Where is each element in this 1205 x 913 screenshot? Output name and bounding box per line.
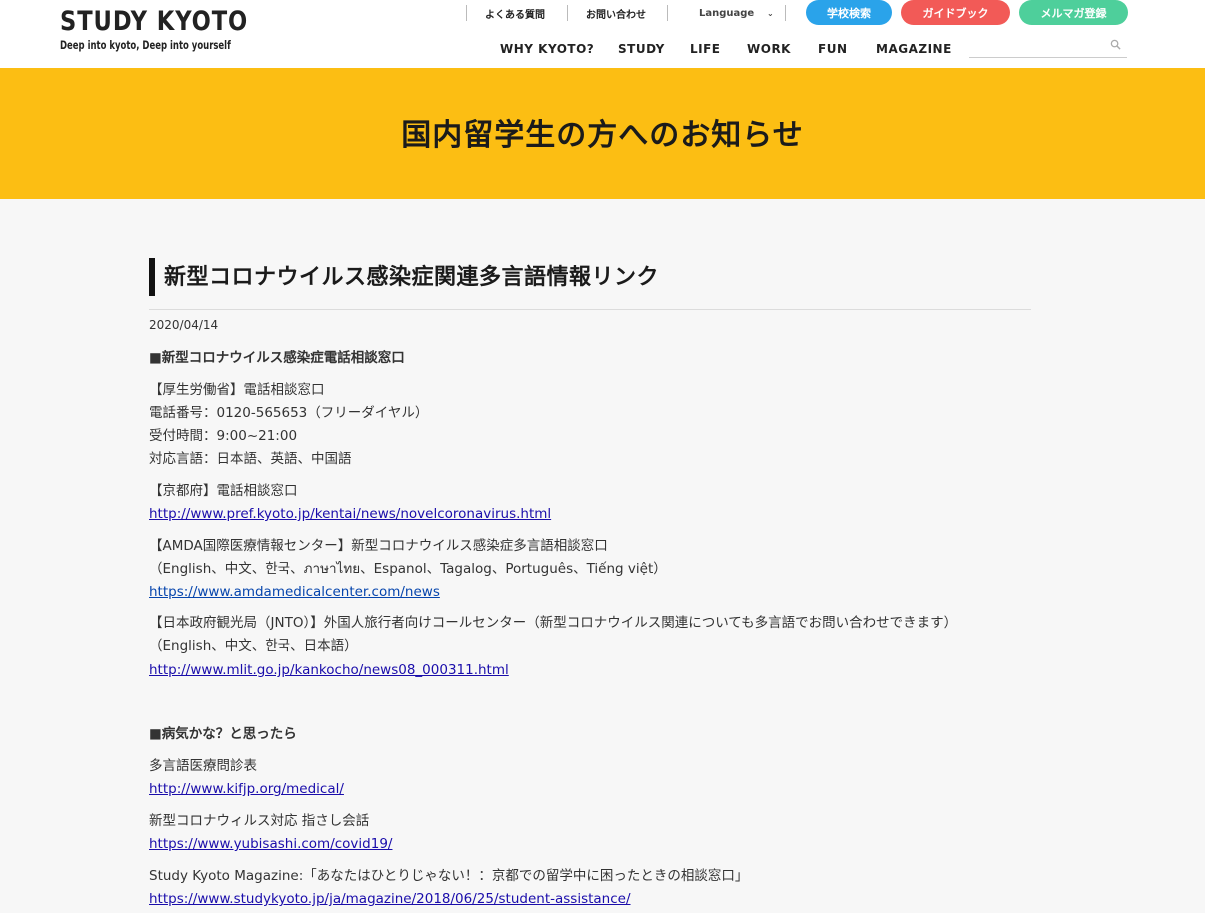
medical-form-name: 多言語医療問診表 bbox=[149, 758, 257, 774]
newsletter-button[interactable]: メルマガ登録 bbox=[1019, 0, 1128, 25]
faq-link[interactable]: よくある質問 bbox=[485, 4, 545, 22]
yubisashi-name: 新型コロナウィルス対応 指さし会話 bbox=[149, 813, 370, 829]
nav-magazine[interactable]: MAGAZINE bbox=[876, 42, 952, 58]
amda-link[interactable]: https://www.amdamedicalcenter.com/news bbox=[149, 582, 440, 602]
section-heading-illness: ■病気かな？と思ったら bbox=[149, 726, 297, 742]
page-title: 国内留学生の方へのお知らせ bbox=[401, 118, 804, 153]
mhlw-languages: 対応言語：日本語、英語、中国語 bbox=[149, 451, 352, 467]
magazine-name: Study Kyoto Magazine:「あなたはひとりじゃない！：京都での留… bbox=[149, 868, 749, 884]
language-selector[interactable]: Language ⌄ bbox=[699, 4, 774, 22]
school-search-button[interactable]: 学校検索 bbox=[806, 0, 892, 25]
magazine-link[interactable]: https://www.studykyoto.jp/ja/magazine/20… bbox=[149, 889, 631, 909]
nav-life[interactable]: LIFE bbox=[690, 42, 721, 58]
amda-name: 【AMDA国際医療情報センター】新型コロナウイルス感染症多言語相談窓口 bbox=[149, 538, 608, 554]
language-label: Language bbox=[699, 7, 755, 19]
mhlw-name: 【厚生労働省】電話相談窓口 bbox=[149, 382, 325, 398]
utility-divider bbox=[567, 5, 568, 21]
title-divider bbox=[149, 309, 1031, 310]
jnto-link[interactable]: http://www.mlit.go.jp/kankocho/news08_00… bbox=[149, 660, 509, 680]
utility-divider bbox=[466, 5, 467, 21]
site-logo[interactable]: STUDY KYOTO Deep into kyoto, Deep into y… bbox=[60, 6, 268, 52]
site-header: STUDY KYOTO Deep into kyoto, Deep into y… bbox=[0, 0, 1205, 68]
utility-divider bbox=[785, 5, 786, 21]
medical-form-link[interactable]: http://www.kifjp.org/medical/ bbox=[149, 779, 344, 799]
search-icon[interactable] bbox=[1110, 39, 1121, 50]
utility-divider bbox=[667, 5, 668, 21]
search-input[interactable] bbox=[969, 37, 1127, 58]
nav-study[interactable]: STUDY bbox=[618, 42, 665, 58]
contact-link[interactable]: お問い合わせ bbox=[586, 4, 646, 22]
article-date: 2020/04/14 bbox=[149, 318, 219, 332]
guidebook-button[interactable]: ガイドブック bbox=[901, 0, 1010, 25]
kyoto-pref-name: 【京都府】電話相談窓口 bbox=[149, 483, 298, 499]
jnto-name: 【日本政府観光局（JNTO）】外国人旅行者向けコールセンター（新型コロナウイルス… bbox=[149, 615, 958, 631]
chevron-down-icon: ⌄ bbox=[767, 9, 774, 18]
kyoto-pref-link[interactable]: http://www.pref.kyoto.jp/kentai/news/nov… bbox=[149, 504, 551, 524]
logo-title: STUDY KYOTO bbox=[60, 6, 249, 37]
nav-why-kyoto[interactable]: WHY KYOTO? bbox=[500, 42, 594, 58]
nav-fun[interactable]: FUN bbox=[818, 42, 847, 58]
page-banner: 国内留学生の方へのお知らせ bbox=[0, 68, 1205, 199]
title-accent-bar bbox=[149, 258, 155, 296]
mhlw-hours: 受付時間：9:00~21:00 bbox=[149, 428, 298, 444]
mhlw-phone: 電話番号：0120-565653（フリーダイヤル） bbox=[149, 405, 429, 421]
article-title: 新型コロナウイルス感染症関連多言語情報リンク bbox=[164, 265, 660, 290]
nav-work[interactable]: WORK bbox=[747, 42, 791, 58]
amda-languages: （English、中文、한국、ภาษาไทย、Espanol、Tagalog、P… bbox=[149, 561, 667, 577]
yubisashi-link[interactable]: https://www.yubisashi.com/covid19/ bbox=[149, 834, 392, 854]
logo-tagline: Deep into kyoto, Deep into yourself bbox=[60, 38, 231, 52]
section-heading-phone: ■新型コロナウイルス感染症電話相談窓口 bbox=[149, 350, 405, 366]
jnto-languages: （English、中文、한국、日本語） bbox=[149, 638, 358, 654]
